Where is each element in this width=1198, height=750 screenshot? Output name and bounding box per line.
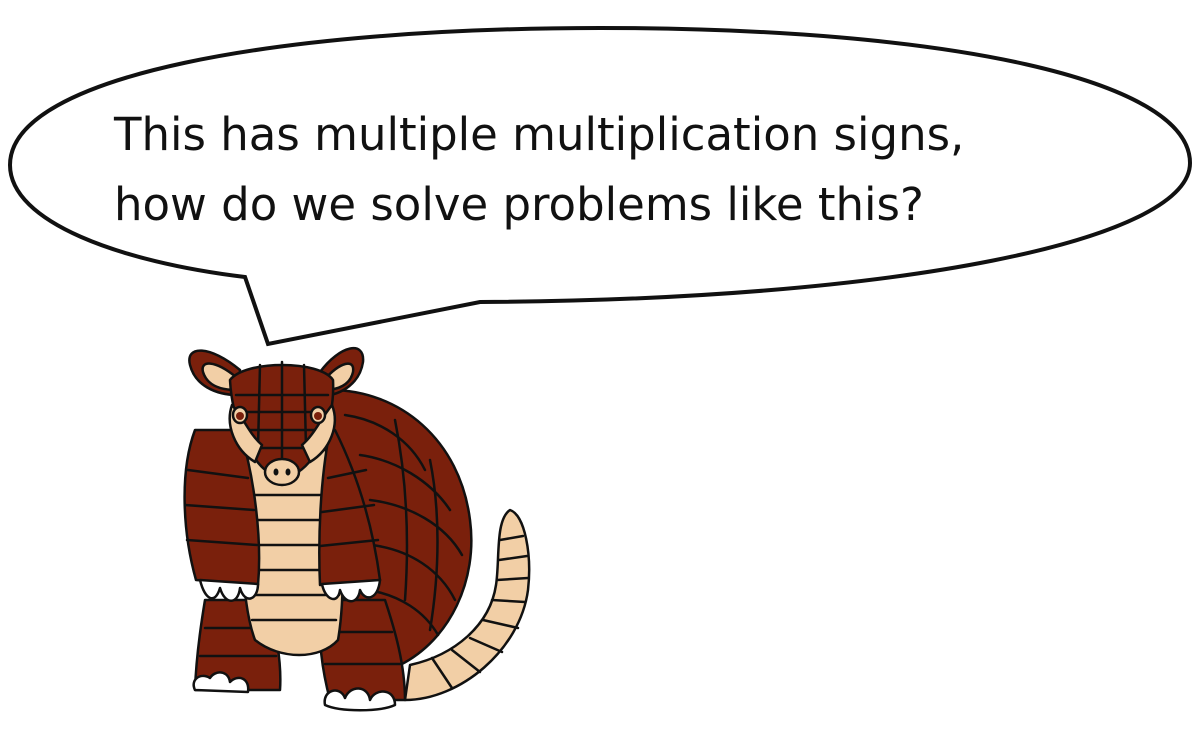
speech-bubble-line-2: how do we solve problems like this? (114, 178, 924, 231)
armadillo-illustration (183, 346, 531, 712)
speech-bubble-line-1: This has multiple multiplication signs, (114, 108, 965, 161)
comic-panel: This has multiple multiplication signs, … (0, 0, 1198, 750)
speech-bubble-text: This has multiple multiplication signs, … (114, 100, 1074, 240)
